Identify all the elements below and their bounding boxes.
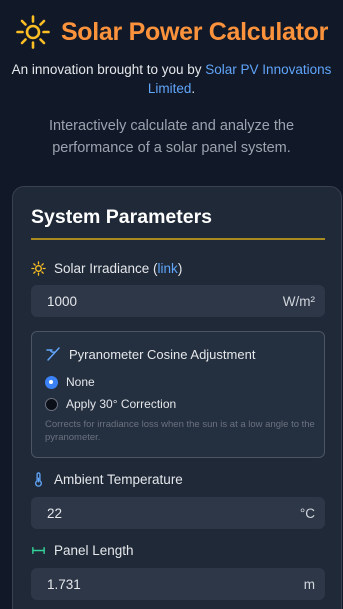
temperature-label-text: Ambient Temperature: [54, 472, 183, 487]
irradiance-input[interactable]: 1000 W/m²: [31, 285, 325, 317]
panel-length-value: 1.731: [47, 576, 81, 592]
irradiance-label-prefix: Solar Irradiance (: [54, 261, 158, 276]
section-title: System Parameters: [31, 206, 213, 228]
temperature-input[interactable]: 22 °C: [31, 497, 325, 529]
radio-option-none[interactable]: None: [45, 375, 95, 389]
radio-none-button[interactable]: [45, 375, 58, 389]
cosine-adjustment-title: Pyranometer Cosine Adjustment: [45, 346, 255, 362]
irradiance-unit: W/m²: [282, 293, 315, 309]
temperature-value: 22: [47, 505, 63, 521]
ruler-icon: [32, 546, 45, 555]
thermometer-icon: [35, 472, 42, 487]
radio-option-30-correction[interactable]: Apply 30° Correction: [45, 397, 176, 411]
section-divider: [31, 238, 325, 240]
sun-logo-icon: [16, 15, 50, 49]
angle-icon: [46, 347, 60, 361]
radio-30-label: Apply 30° Correction: [66, 397, 177, 411]
panel-length-label-text: Panel Length: [54, 543, 134, 558]
cosine-title-text: Pyranometer Cosine Adjustment: [69, 346, 256, 362]
temperature-unit: °C: [299, 505, 315, 521]
radio-30-button[interactable]: [45, 397, 58, 411]
cosine-hint: Corrects for irradiance loss when the su…: [45, 419, 315, 443]
irradiance-value: 1000: [47, 293, 78, 309]
irradiance-info-link[interactable]: link: [158, 261, 178, 276]
byline: An innovation brought to you by Solar PV…: [0, 60, 343, 98]
title-row: Solar Power Calculator: [0, 12, 343, 52]
app-header: Solar Power Calculator An innovation bro…: [0, 12, 343, 98]
byline-suffix: .: [191, 81, 196, 96]
radio-none-label: None: [66, 375, 95, 389]
sun-icon: [31, 261, 46, 276]
intro-text: Interactively calculate and analyze the …: [48, 118, 295, 156]
irradiance-label: Solar Irradiance (link): [31, 261, 182, 276]
panel-length-unit: m: [303, 576, 315, 592]
temperature-label: Ambient Temperature: [31, 472, 183, 487]
irradiance-label-text: Solar Irradiance (link): [54, 261, 182, 276]
panel-length-label: Panel Length: [31, 543, 134, 558]
panel-length-input[interactable]: 1.731 m: [31, 568, 325, 600]
app-title: Solar Power Calculator: [60, 17, 329, 46]
byline-prefix: An innovation brought to you by: [11, 62, 206, 77]
irradiance-label-suffix: ): [177, 261, 183, 276]
